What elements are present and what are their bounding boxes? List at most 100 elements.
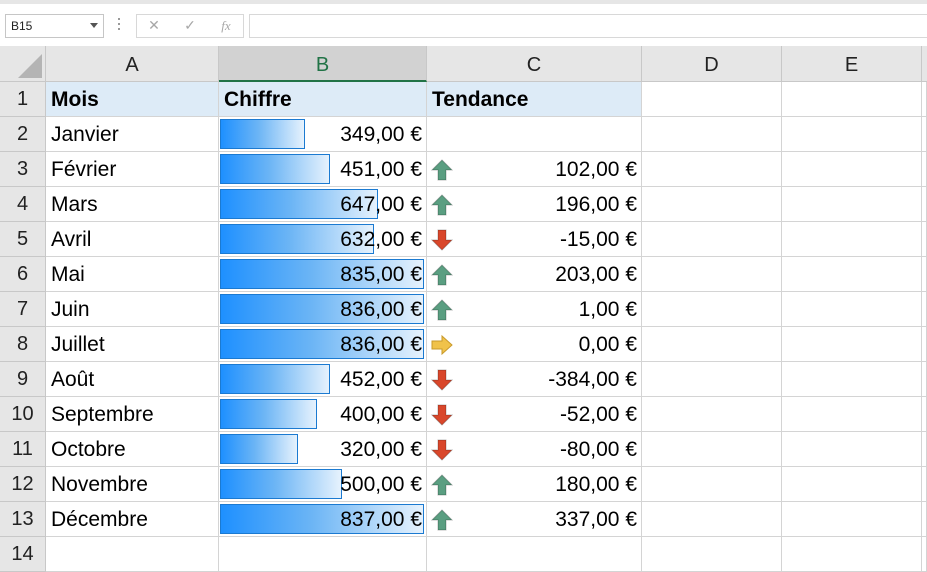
cell-c12[interactable]: 180,00 €: [427, 467, 642, 502]
cell-d14[interactable]: [642, 537, 782, 572]
row-header[interactable]: 8: [0, 327, 46, 362]
cell-c4[interactable]: 196,00 €: [427, 187, 642, 222]
column-header-a[interactable]: A: [46, 46, 219, 82]
cell-f8[interactable]: [922, 327, 927, 362]
cell-a11[interactable]: Octobre: [46, 432, 219, 467]
cell-b13[interactable]: 837,00 €: [219, 502, 427, 537]
column-header-d[interactable]: D: [642, 46, 782, 82]
name-box-dropdown-icon[interactable]: [90, 23, 98, 28]
cell-c11[interactable]: -80,00 €: [427, 432, 642, 467]
cell-f12[interactable]: [922, 467, 927, 502]
cell-e7[interactable]: [782, 292, 922, 327]
cell-a14[interactable]: [46, 537, 219, 572]
cancel-icon[interactable]: ✕: [143, 17, 165, 34]
cell-c8[interactable]: 0,00 €: [427, 327, 642, 362]
insert-function-icon[interactable]: fx: [215, 18, 237, 34]
formula-input[interactable]: [249, 14, 927, 38]
cell-f1[interactable]: [922, 82, 927, 117]
cell-e12[interactable]: [782, 467, 922, 502]
cell-a3[interactable]: Février: [46, 152, 219, 187]
cell-f7[interactable]: [922, 292, 927, 327]
cell-d10[interactable]: [642, 397, 782, 432]
row-header[interactable]: 14: [0, 537, 46, 572]
cell-c1[interactable]: Tendance: [427, 82, 642, 117]
cell-c13[interactable]: 337,00 €: [427, 502, 642, 537]
cell-f9[interactable]: [922, 362, 927, 397]
select-all-button[interactable]: [0, 46, 46, 82]
cell-a9[interactable]: Août: [46, 362, 219, 397]
row-header[interactable]: 7: [0, 292, 46, 327]
cell-e10[interactable]: [782, 397, 922, 432]
cell-c9[interactable]: -384,00 €: [427, 362, 642, 397]
cell-d6[interactable]: [642, 257, 782, 292]
cell-e14[interactable]: [782, 537, 922, 572]
row-header[interactable]: 12: [0, 467, 46, 502]
cell-b11[interactable]: 320,00 €: [219, 432, 427, 467]
cell-e1[interactable]: [782, 82, 922, 117]
row-header[interactable]: 3: [0, 152, 46, 187]
column-header-f[interactable]: [922, 46, 927, 82]
cell-e9[interactable]: [782, 362, 922, 397]
cell-e11[interactable]: [782, 432, 922, 467]
row-header[interactable]: 11: [0, 432, 46, 467]
cell-d8[interactable]: [642, 327, 782, 362]
cell-f6[interactable]: [922, 257, 927, 292]
cell-a4[interactable]: Mars: [46, 187, 219, 222]
cell-c2[interactable]: [427, 117, 642, 152]
cell-e4[interactable]: [782, 187, 922, 222]
column-header-e[interactable]: E: [782, 46, 922, 82]
cell-a1[interactable]: Mois: [46, 82, 219, 117]
cell-d7[interactable]: [642, 292, 782, 327]
column-header-b[interactable]: B: [219, 46, 427, 82]
cell-f5[interactable]: [922, 222, 927, 257]
cell-d11[interactable]: [642, 432, 782, 467]
cell-b6[interactable]: 835,00 €: [219, 257, 427, 292]
cell-d2[interactable]: [642, 117, 782, 152]
cell-a2[interactable]: Janvier: [46, 117, 219, 152]
cell-b2[interactable]: 349,00 €: [219, 117, 427, 152]
cell-a12[interactable]: Novembre: [46, 467, 219, 502]
cell-b9[interactable]: 452,00 €: [219, 362, 427, 397]
column-header-c[interactable]: C: [427, 46, 642, 82]
row-header[interactable]: 1: [0, 82, 46, 117]
cell-b8[interactable]: 836,00 €: [219, 327, 427, 362]
cell-b10[interactable]: 400,00 €: [219, 397, 427, 432]
cell-a8[interactable]: Juillet: [46, 327, 219, 362]
cell-f4[interactable]: [922, 187, 927, 222]
cell-d12[interactable]: [642, 467, 782, 502]
row-header[interactable]: 6: [0, 257, 46, 292]
row-header[interactable]: 10: [0, 397, 46, 432]
cell-a13[interactable]: Décembre: [46, 502, 219, 537]
cell-f3[interactable]: [922, 152, 927, 187]
name-box[interactable]: B15: [5, 14, 104, 38]
cell-d13[interactable]: [642, 502, 782, 537]
cell-c14[interactable]: [427, 537, 642, 572]
enter-icon[interactable]: ✓: [179, 17, 201, 34]
cell-d9[interactable]: [642, 362, 782, 397]
row-header[interactable]: 9: [0, 362, 46, 397]
cell-f11[interactable]: [922, 432, 927, 467]
cell-b12[interactable]: 500,00 €: [219, 467, 427, 502]
cell-b7[interactable]: 836,00 €: [219, 292, 427, 327]
cell-b3[interactable]: 451,00 €: [219, 152, 427, 187]
cell-b1[interactable]: Chiffre: [219, 82, 427, 117]
cell-a6[interactable]: Mai: [46, 257, 219, 292]
cell-f2[interactable]: [922, 117, 927, 152]
cell-d4[interactable]: [642, 187, 782, 222]
cell-b14[interactable]: [219, 537, 427, 572]
row-header[interactable]: 13: [0, 502, 46, 537]
cell-a7[interactable]: Juin: [46, 292, 219, 327]
row-header[interactable]: 2: [0, 117, 46, 152]
cell-f13[interactable]: [922, 502, 927, 537]
cell-b5[interactable]: 632,00 €: [219, 222, 427, 257]
cell-c3[interactable]: 102,00 €: [427, 152, 642, 187]
cell-c6[interactable]: 203,00 €: [427, 257, 642, 292]
row-header[interactable]: 5: [0, 222, 46, 257]
cell-e3[interactable]: [782, 152, 922, 187]
cell-c10[interactable]: -52,00 €: [427, 397, 642, 432]
cell-a10[interactable]: Septembre: [46, 397, 219, 432]
cell-d5[interactable]: [642, 222, 782, 257]
cell-f10[interactable]: [922, 397, 927, 432]
cell-b4[interactable]: 647,00 €: [219, 187, 427, 222]
cell-a5[interactable]: Avril: [46, 222, 219, 257]
